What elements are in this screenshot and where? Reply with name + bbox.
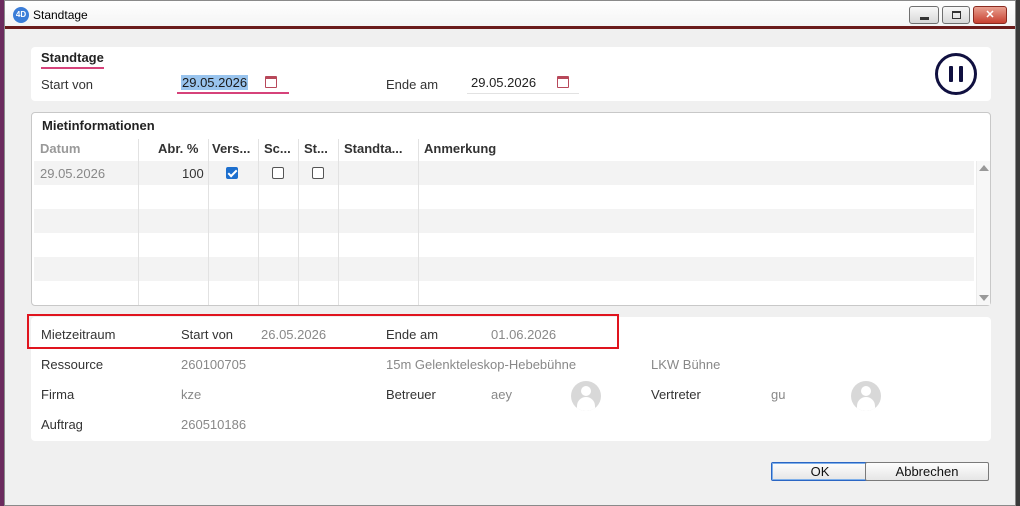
pause-button[interactable] bbox=[935, 53, 977, 95]
start-date-input[interactable]: 29.05.2026 bbox=[177, 72, 289, 94]
betreuer-value: aey bbox=[491, 387, 512, 402]
column-header-vers[interactable]: Vers... bbox=[212, 141, 250, 156]
column-divider bbox=[418, 139, 419, 305]
standtage-title: Standtage bbox=[41, 50, 104, 69]
maximize-icon bbox=[952, 11, 961, 19]
betreuer-label: Betreuer bbox=[386, 387, 436, 402]
avatar-body bbox=[857, 397, 875, 411]
ressource-label: Ressource bbox=[41, 357, 104, 372]
standtage-panel: Standtage Start von 29.05.2026 Ende am 2… bbox=[31, 47, 991, 101]
avatar-head bbox=[581, 386, 591, 396]
column-header-sc[interactable]: Sc... bbox=[264, 141, 291, 156]
table-row-empty bbox=[34, 257, 974, 281]
ressource-description: 15m Gelenkteleskop-Hebebühne bbox=[386, 357, 577, 372]
firma-value: kze bbox=[181, 387, 202, 402]
column-header-abr[interactable]: Abr. % bbox=[158, 141, 198, 156]
cancel-button[interactable]: Abbrechen bbox=[865, 462, 989, 481]
cell-abr[interactable]: 100 bbox=[182, 166, 204, 181]
start-von-label: Start von bbox=[41, 77, 94, 92]
ok-button[interactable]: OK bbox=[771, 462, 869, 481]
close-icon: ✕ bbox=[985, 9, 995, 21]
vers-checkbox[interactable] bbox=[226, 167, 238, 179]
end-date-input[interactable]: 29.05.2026 bbox=[467, 72, 579, 94]
miet-end-value: 01.06.2026 bbox=[491, 327, 557, 342]
app-4d-icon: 4D bbox=[13, 7, 29, 23]
scroll-up-icon[interactable] bbox=[979, 165, 989, 171]
miet-start-label: Start von bbox=[181, 327, 234, 342]
table-row-empty bbox=[34, 209, 974, 233]
ende-am-label: Ende am bbox=[386, 77, 439, 92]
minimize-button[interactable] bbox=[909, 6, 939, 24]
title-bar[interactable]: 4D Standtage ✕ bbox=[5, 1, 1015, 29]
st-checkbox[interactable] bbox=[312, 167, 324, 179]
column-header-datum[interactable]: Datum bbox=[40, 141, 80, 156]
vertreter-value: gu bbox=[771, 387, 786, 402]
column-divider bbox=[338, 139, 339, 305]
column-divider bbox=[258, 139, 259, 305]
start-date-value: 29.05.2026 bbox=[181, 75, 249, 90]
column-divider bbox=[208, 139, 209, 305]
window-title: Standtage bbox=[33, 8, 88, 22]
firma-label: Firma bbox=[41, 387, 75, 402]
ressource-type: LKW Bühne bbox=[651, 357, 721, 372]
calendar-icon[interactable] bbox=[557, 76, 569, 88]
cell-datum: 29.05.2026 bbox=[40, 166, 106, 181]
dialog-window: 4D Standtage ✕ Standtage Start von 29.05… bbox=[4, 0, 1016, 506]
calendar-icon[interactable] bbox=[265, 76, 277, 88]
mietzeitraum-label: Mietzeitraum bbox=[41, 327, 116, 342]
sc-checkbox[interactable] bbox=[272, 167, 284, 179]
column-divider bbox=[138, 139, 139, 305]
miet-end-label: Ende am bbox=[386, 327, 439, 342]
minimize-icon bbox=[920, 17, 929, 20]
scroll-down-icon[interactable] bbox=[979, 295, 989, 301]
mietzeitraum-panel: Mietzeitraum Start von 26.05.2026 Ende a… bbox=[27, 314, 991, 441]
desktop-edge-right bbox=[1016, 0, 1020, 506]
miet-table: Datum Abr. % Vers... Sc... St... Standta… bbox=[34, 139, 974, 305]
pause-icon bbox=[949, 66, 953, 82]
avatar-body bbox=[577, 397, 595, 411]
ressource-value: 260100705 bbox=[181, 357, 247, 372]
close-button[interactable]: ✕ bbox=[973, 6, 1007, 24]
end-date-value: 29.05.2026 bbox=[471, 75, 537, 90]
table-scrollbar[interactable] bbox=[976, 161, 990, 305]
betreuer-avatar-icon[interactable] bbox=[571, 381, 601, 411]
avatar-head bbox=[861, 386, 871, 396]
mietinformationen-title: Mietinformationen bbox=[42, 118, 155, 133]
mietinformationen-panel: Mietinformationen Datum Abr. % Vers... S… bbox=[31, 112, 991, 306]
maximize-button[interactable] bbox=[942, 6, 970, 24]
column-header-standtage[interactable]: Standta... bbox=[344, 141, 403, 156]
vertreter-avatar-icon[interactable] bbox=[851, 381, 881, 411]
auftrag-value: 260510186 bbox=[181, 417, 247, 432]
auftrag-label: Auftrag bbox=[41, 417, 83, 432]
pause-icon bbox=[959, 66, 963, 82]
column-header-st[interactable]: St... bbox=[304, 141, 328, 156]
vertreter-label: Vertreter bbox=[651, 387, 701, 402]
column-divider bbox=[298, 139, 299, 305]
table-row[interactable] bbox=[34, 161, 974, 185]
miet-start-value: 26.05.2026 bbox=[261, 327, 327, 342]
column-header-anmerkung[interactable]: Anmerkung bbox=[424, 141, 496, 156]
